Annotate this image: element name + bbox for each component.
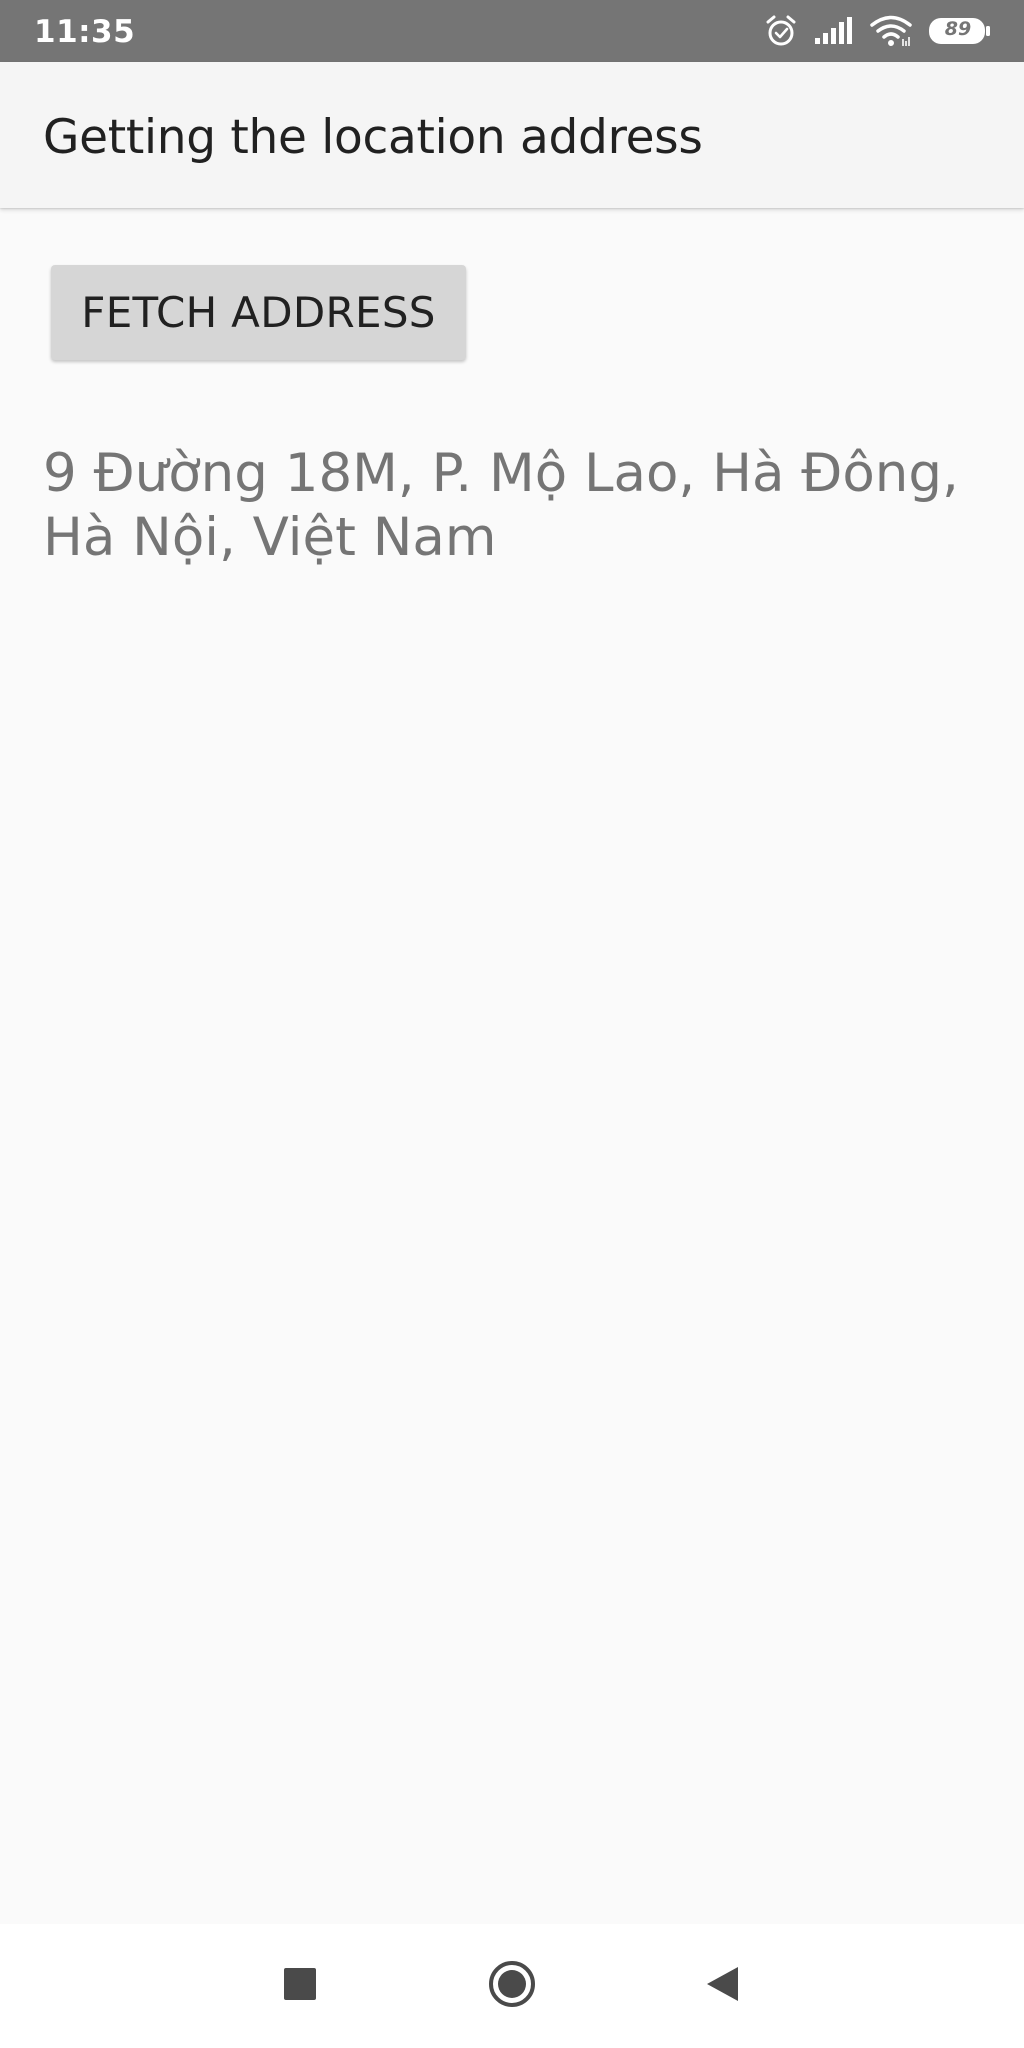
address-text: 9 Đường 18M, P. Mộ Lao, Hà Đông, Hà Nội,… — [43, 443, 959, 568]
back-icon — [705, 1966, 739, 2007]
battery-icon: 89 — [928, 17, 992, 45]
back-button[interactable] — [667, 1924, 777, 2048]
battery-level: 89 — [944, 18, 972, 40]
recents-button[interactable] — [245, 1924, 355, 2048]
signal-icon — [814, 16, 854, 46]
page-title: Getting the location address — [43, 110, 703, 165]
app-bar: Getting the location address — [0, 62, 1024, 208]
navigation-bar — [0, 1924, 1024, 2048]
recents-icon — [283, 1967, 317, 2006]
alarm-icon — [764, 14, 798, 48]
wifi-icon — [870, 15, 912, 47]
fetch-address-button[interactable]: FETCH ADDRESS — [51, 265, 466, 360]
home-icon — [488, 1960, 536, 2013]
status-time: 11:35 — [34, 14, 136, 50]
status-icons: 89 — [764, 13, 992, 49]
status-bar: 11:35 89 — [0, 0, 1024, 62]
home-button[interactable] — [457, 1924, 567, 2048]
